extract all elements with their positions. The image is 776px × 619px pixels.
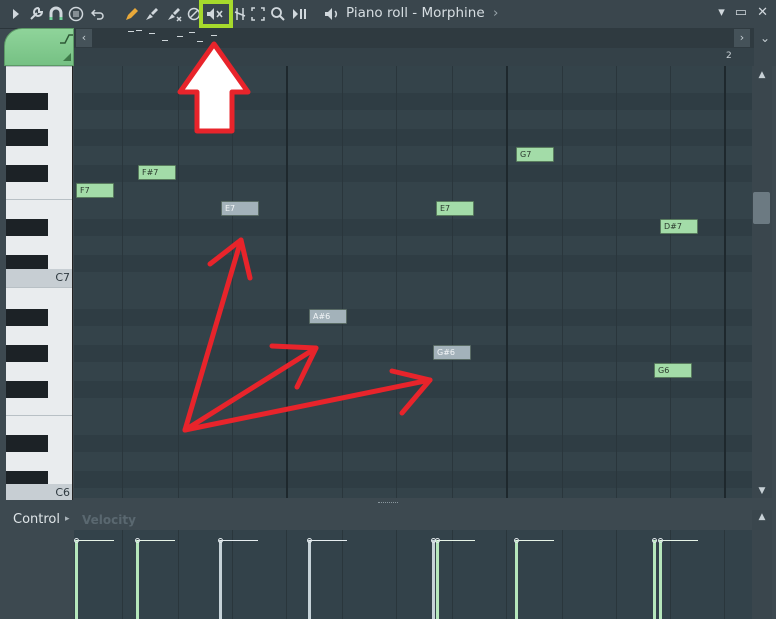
note[interactable]: F#7 — [138, 165, 176, 180]
velocity-bar[interactable] — [515, 540, 518, 619]
scroll-up-icon[interactable]: ▲ — [754, 68, 770, 82]
black-key[interactable] — [6, 435, 48, 452]
splitter-grip[interactable] — [378, 502, 398, 506]
control-label[interactable]: Control — [13, 512, 60, 527]
timeline-ruler[interactable] — [74, 48, 754, 67]
velocity-bar[interactable] — [219, 540, 222, 619]
velocity-bar[interactable] — [136, 540, 139, 619]
velocity-handle[interactable] — [652, 538, 657, 543]
playback-icon[interactable] — [290, 4, 310, 24]
window-buttons: ▾ ▭ ✕ — [718, 5, 768, 20]
speaker-icon[interactable] — [322, 4, 342, 24]
bar-number: 2 — [726, 51, 732, 61]
note[interactable]: E7 — [436, 201, 474, 216]
menu-dropdown-icon[interactable]: ▾ — [718, 5, 725, 20]
note-grid[interactable]: F7 F#7 E7 E7 G7 D#7 A#6 G#6 G6 — [74, 66, 752, 498]
maximize-icon[interactable]: ▭ — [735, 5, 747, 20]
window-title: Piano roll - Morphine › — [346, 5, 498, 21]
slice-icon[interactable] — [230, 4, 250, 24]
wrench-icon[interactable] — [26, 4, 46, 24]
magnet-icon[interactable] — [46, 4, 66, 24]
velocity-bar[interactable] — [436, 540, 439, 619]
velocity-handle[interactable] — [74, 538, 79, 543]
note[interactable]: G6 — [654, 363, 692, 378]
undo-icon[interactable] — [88, 4, 108, 24]
scroll-right-icon[interactable]: › — [734, 29, 750, 47]
note[interactable]: G#6 — [433, 345, 471, 360]
scrollbar-thumb[interactable] — [753, 192, 770, 224]
c6-label: C6 — [55, 486, 70, 499]
velocity-handle[interactable] — [218, 538, 223, 543]
close-icon[interactable]: ✕ — [757, 5, 768, 20]
note[interactable]: D#7 — [660, 219, 698, 234]
velocity-label: Velocity — [82, 513, 136, 527]
control-scrollbar[interactable]: ▲ — [752, 510, 772, 619]
velocity-bar[interactable] — [308, 540, 311, 619]
scroll-down-icon[interactable]: ▼ — [754, 484, 770, 498]
note[interactable]: G7 — [516, 147, 554, 162]
velocity-handle[interactable] — [307, 538, 312, 543]
piano-roll-window: Piano roll - Morphine › ▾ ▭ ✕ ‹ › ⌄ 2 C7… — [0, 0, 776, 619]
mute-tool-highlight — [199, 0, 233, 28]
c7-label: C7 — [55, 271, 70, 284]
velocity-bar[interactable] — [432, 540, 435, 619]
note[interactable]: E7 — [221, 201, 259, 216]
black-key[interactable] — [6, 345, 48, 362]
black-key[interactable] — [6, 381, 48, 398]
black-key[interactable] — [6, 219, 48, 236]
play-arrow-icon[interactable] — [6, 4, 26, 24]
vertical-scrollbar[interactable]: ▲ ▼ — [752, 66, 772, 498]
black-key[interactable] — [6, 93, 48, 110]
control-arrow-icon[interactable]: ▸ — [65, 514, 70, 524]
velocity-handle[interactable] — [514, 538, 519, 543]
tool-tab[interactable] — [4, 28, 74, 66]
black-key[interactable] — [6, 309, 48, 326]
control-scroll-up-icon[interactable]: ▲ — [754, 512, 770, 524]
paint-brush-icon[interactable] — [142, 4, 162, 24]
note[interactable]: F7 — [76, 183, 114, 198]
menu-circle-icon[interactable] — [66, 4, 86, 24]
title-chevron-icon[interactable]: › — [493, 5, 498, 21]
velocity-handle[interactable] — [658, 538, 663, 543]
pattern-overview[interactable] — [125, 28, 225, 48]
zoom-icon[interactable] — [268, 4, 288, 24]
velocity-handle[interactable] — [435, 538, 440, 543]
velocity-bar[interactable] — [659, 540, 662, 619]
velocity-lane[interactable] — [74, 530, 752, 619]
note[interactable]: A#6 — [309, 309, 347, 324]
delete-brush-icon[interactable] — [164, 4, 184, 24]
velocity-bar[interactable] — [75, 540, 78, 619]
piano-keyboard[interactable]: C7 C6 — [6, 66, 73, 500]
pencil-icon[interactable] — [122, 4, 142, 24]
velocity-handle[interactable] — [135, 538, 140, 543]
zoom-toggle-icon[interactable]: ⌄ — [754, 28, 776, 66]
black-key[interactable] — [6, 165, 48, 182]
black-key[interactable] — [6, 129, 48, 146]
window-title-text: Piano roll - Morphine — [346, 5, 485, 21]
velocity-bar[interactable] — [653, 540, 656, 619]
toolbar: Piano roll - Morphine › ▾ ▭ ✕ — [0, 0, 776, 29]
select-icon[interactable] — [248, 4, 268, 24]
scroll-left-icon[interactable]: ‹ — [76, 29, 92, 47]
